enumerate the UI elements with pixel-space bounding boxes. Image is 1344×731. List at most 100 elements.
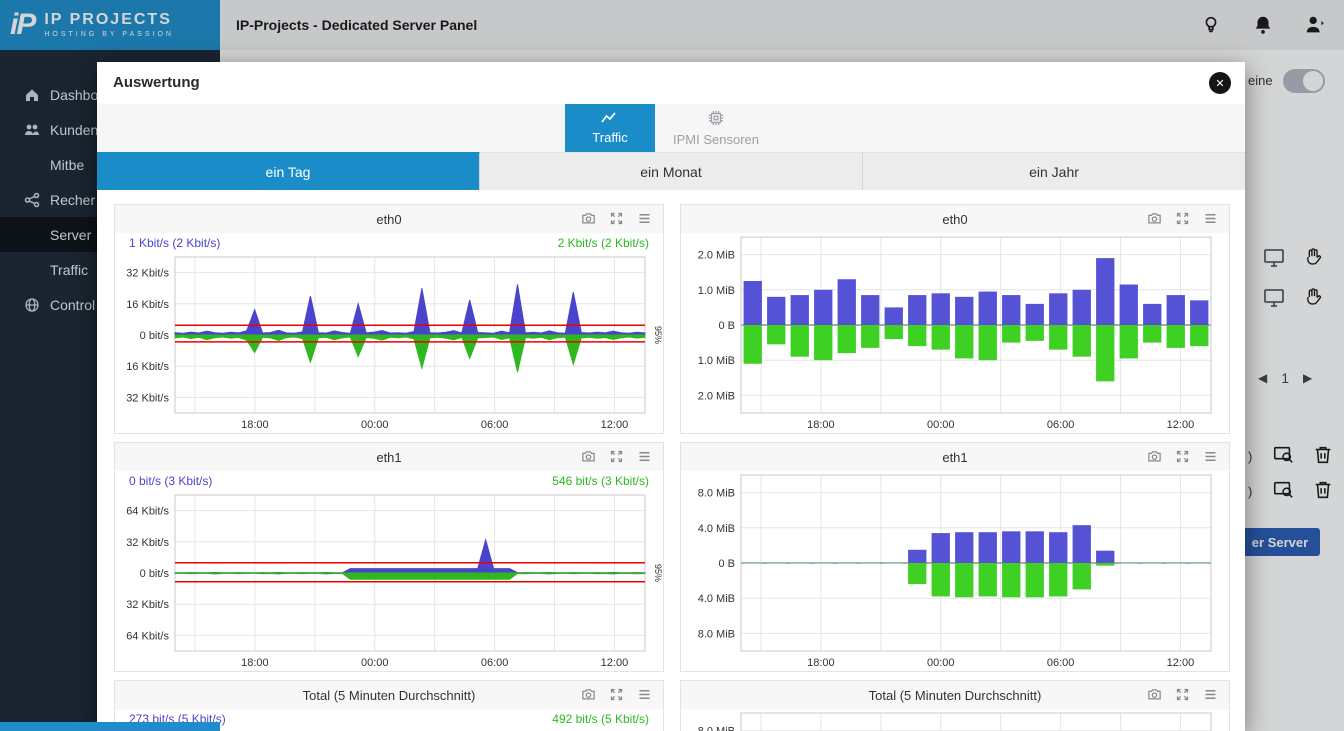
hamburger-menu-icon[interactable] [637,687,653,703]
traffic-chart-total-bars: 8.0 MiB4.0 MiB0 B4.0 MiB8.0 MiB18:0000:0… [681,709,1229,731]
svg-text:8.0 MiB: 8.0 MiB [698,726,735,731]
modal-title: Auswertung [113,62,200,104]
charts-grid: eth0 1 Kbit/s (2 Kbit/s) 2 Kbit/s (2 Kbit/… [97,190,1245,731]
tab-label: Traffic [592,130,627,145]
svg-text:18:00: 18:00 [807,419,835,431]
svg-text:16 Kbit/s: 16 Kbit/s [126,361,169,373]
camera-icon[interactable] [581,687,597,703]
traffic-chart-eth0-line: 32 Kbit/s 16 Kbit/s 0 bit/s 16 Kbit/s 32 Kbi… [115,253,663,434]
chart-panel-header: eth0 [115,205,663,233]
camera-icon[interactable] [1147,687,1163,703]
chart-panel-total-bars: Total (5 Minuten Durchschnitt) 8.0 MiB4.0… [680,680,1230,731]
svg-text:18:00: 18:00 [241,419,269,431]
tab-label: IPMI Sensoren [673,132,759,147]
svg-text:32 Kbit/s: 32 Kbit/s [126,599,169,611]
page: iP IP PROJECTS HOSTING BY PASSION IP-Pro… [0,0,1344,731]
svg-text:00:00: 00:00 [361,419,389,431]
close-icon[interactable]: ✕ [1209,72,1231,94]
expand-icon[interactable] [1175,449,1191,465]
svg-text:18:00: 18:00 [241,657,269,669]
svg-text:12:00: 12:00 [601,657,629,669]
svg-text:95%: 95% [653,564,663,582]
svg-text:12:00: 12:00 [1167,419,1195,431]
modal-header: Auswertung ✕ [97,62,1245,104]
svg-text:8.0 MiB: 8.0 MiB [698,488,735,500]
svg-text:18:00: 18:00 [807,657,835,669]
chart-panel-eth0-line: eth0 1 Kbit/s (2 Kbit/s) 2 Kbit/s (2 Kbit/… [114,204,664,434]
inbound-rate-label: 1 Kbit/s (2 Kbit/s) [129,236,220,250]
sidebar-footer-bar[interactable] [0,722,220,731]
expand-icon[interactable] [609,449,625,465]
tab-ein-jahr[interactable]: ein Jahr [863,152,1245,190]
svg-text:0 bit/s: 0 bit/s [140,330,170,342]
tab-ein-tag[interactable]: ein Tag [97,152,480,190]
chart-panel-header: Total (5 Minuten Durchschnitt) [681,681,1229,709]
chart-subtitle-row: 1 Kbit/s (2 Kbit/s) 2 Kbit/s (2 Kbit/s) [115,233,663,253]
chart-panel-header: Total (5 Minuten Durchschnitt) [115,681,663,709]
chart-title: Total (5 Minuten Durchschnitt) [303,688,476,703]
hamburger-menu-icon[interactable] [637,211,653,227]
svg-text:8.0 MiB: 8.0 MiB [698,628,735,640]
chart-panel-eth1-bars: eth18.0 MiB4.0 MiB0 B4.0 MiB8.0 MiB18:00… [680,442,1230,672]
traffic-chart-eth1-bars: 8.0 MiB4.0 MiB0 B4.0 MiB8.0 MiB18:0000:0… [681,471,1229,672]
svg-text:32 Kbit/s: 32 Kbit/s [126,268,169,280]
svg-text:0 B: 0 B [718,320,735,332]
svg-text:2.0 MiB: 2.0 MiB [698,250,735,262]
svg-text:00:00: 00:00 [927,419,955,431]
expand-icon[interactable] [609,211,625,227]
chart-panel-header: eth1 [115,443,663,471]
chart-title: eth1 [942,450,967,465]
svg-text:95%: 95% [653,326,663,344]
expand-icon[interactable] [1175,211,1191,227]
chip-icon [708,110,724,129]
svg-text:32 Kbit/s: 32 Kbit/s [126,392,169,404]
svg-text:06:00: 06:00 [1047,657,1075,669]
svg-text:4.0 MiB: 4.0 MiB [698,523,735,535]
outbound-rate-label: 546 bit/s (3 Kbit/s) [552,474,649,488]
inbound-rate-label: 0 bit/s (3 Kbit/s) [129,474,212,488]
tab-ipmi-sensoren[interactable]: IPMI Sensoren [655,104,777,152]
expand-icon[interactable] [1175,687,1191,703]
camera-icon[interactable] [581,211,597,227]
chart-title: Total (5 Minuten Durchschnitt) [869,688,1042,703]
chart-title: eth0 [942,212,967,227]
chart-panel-header: eth0 [681,205,1229,233]
hamburger-menu-icon[interactable] [1203,449,1219,465]
svg-text:00:00: 00:00 [361,657,389,669]
hamburger-menu-icon[interactable] [637,449,653,465]
hamburger-menu-icon[interactable] [1203,687,1219,703]
line-chart-icon [601,112,619,127]
svg-text:00:00: 00:00 [927,657,955,669]
outbound-rate-label: 492 bit/s (5 Kbit/s) [552,712,649,726]
chart-subtitle-row: 0 bit/s (3 Kbit/s) 546 bit/s (3 Kbit/s) [115,471,663,491]
auswertung-modal: Auswertung ✕ Traffic IPMI S [97,62,1245,731]
svg-text:64 Kbit/s: 64 Kbit/s [126,506,169,518]
outbound-rate-label: 2 Kbit/s (2 Kbit/s) [558,236,649,250]
main-tabs: Traffic IPMI Sensoren [97,104,1245,152]
tab-ein-monat[interactable]: ein Monat [480,152,863,190]
svg-text:4.0 MiB: 4.0 MiB [698,593,735,605]
svg-text:1.0 MiB: 1.0 MiB [698,355,735,367]
svg-text:32 Kbit/s: 32 Kbit/s [126,537,169,549]
svg-text:06:00: 06:00 [1047,419,1075,431]
camera-icon[interactable] [581,449,597,465]
chart-title: eth0 [376,212,401,227]
chart-panel-eth1-line: eth1 0 bit/s (3 Kbit/s) 546 bit/s (3 Kbit/… [114,442,664,672]
svg-text:12:00: 12:00 [601,419,629,431]
hamburger-menu-icon[interactable] [1203,211,1219,227]
svg-text:2.0 MiB: 2.0 MiB [698,390,735,402]
traffic-chart-eth0-bars: 2.0 MiB 1.0 MiB 0 B 1.0 MiB 2.0 MiB 18:00 00:0… [681,233,1229,434]
svg-text:1.0 MiB: 1.0 MiB [698,285,735,297]
traffic-chart-eth1-line: 64 Kbit/s 32 Kbit/s 0 bit/s 32 Kbit/s 64 Kbi… [115,491,663,672]
svg-text:0 bit/s: 0 bit/s [140,568,170,580]
camera-icon[interactable] [1147,449,1163,465]
svg-text:12:00: 12:00 [1167,657,1195,669]
tab-traffic[interactable]: Traffic [565,104,655,152]
camera-icon[interactable] [1147,211,1163,227]
svg-text:06:00: 06:00 [481,657,509,669]
chart-panel-header: eth1 [681,443,1229,471]
svg-text:64 Kbit/s: 64 Kbit/s [126,630,169,642]
chart-panel-eth0-bars: eth0 2.0 MiB 1.0 MiB 0 B 1.0 MiB 2.0 MiB 18:00… [680,204,1230,434]
expand-icon[interactable] [609,687,625,703]
svg-text:16 Kbit/s: 16 Kbit/s [126,299,169,311]
